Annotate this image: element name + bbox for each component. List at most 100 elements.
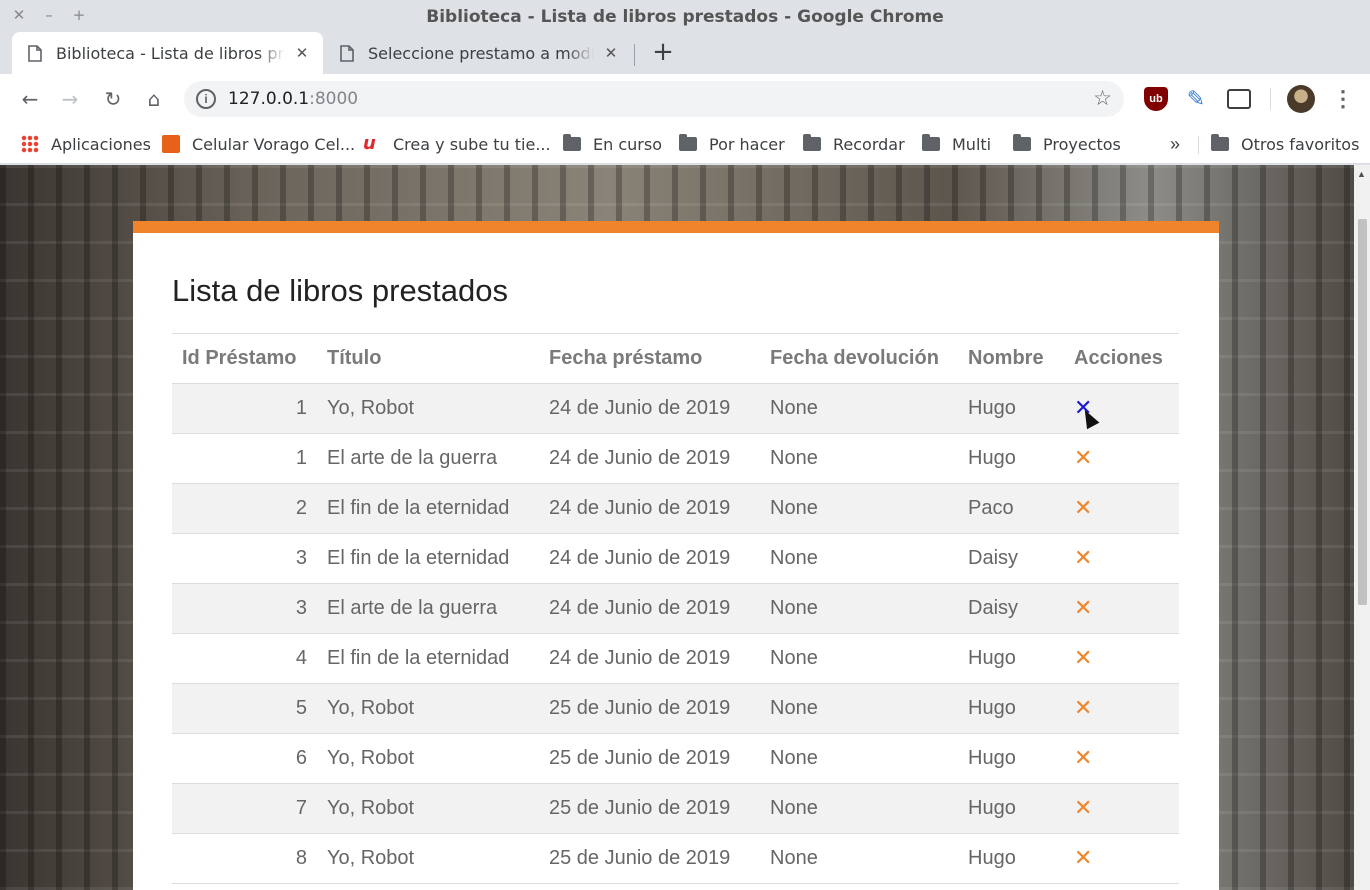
- new-tab-icon[interactable]: +: [650, 38, 676, 66]
- table-row: 7 Yo, Robot 25 de Junio de 2019 None Hugo ✕: [172, 783, 1179, 834]
- table-row: 8 Yo, Robot 25 de Junio de 2019 None Hugo ✕: [172, 833, 1179, 884]
- bookmark-star-icon[interactable]: ☆: [1093, 86, 1112, 111]
- column-header-nombre: Nombre: [958, 333, 1064, 384]
- cell-nombre: Daisy: [958, 583, 1064, 634]
- delete-loan-icon[interactable]: ✕: [1074, 446, 1092, 471]
- delete-loan-icon[interactable]: ✕: [1074, 846, 1092, 871]
- page-icon: [340, 44, 354, 62]
- close-tab-icon[interactable]: ✕: [602, 44, 620, 62]
- cell-acciones: ✕: [1064, 833, 1179, 884]
- delete-loan-icon[interactable]: ✕: [1074, 646, 1092, 671]
- bookmark-udemy[interactable]: u Crea y sube tu tie...: [363, 131, 551, 157]
- cell-fecha-devolucion: None: [760, 583, 958, 634]
- url-text[interactable]: 127.0.0.1:8000: [228, 89, 358, 109]
- reload-icon[interactable]: ↻: [101, 87, 125, 111]
- window-titlebar: ✕ – + Biblioteca - Lista de libros prest…: [0, 0, 1370, 32]
- cell-fecha-prestamo: 25 de Junio de 2019: [539, 833, 760, 884]
- page-scrollbar[interactable]: ▲: [1354, 165, 1370, 890]
- tab-biblioteca[interactable]: Biblioteca - Lista de libros prestados ✕: [12, 32, 323, 74]
- delete-loan-icon[interactable]: ✕: [1074, 596, 1092, 621]
- scroll-up-icon[interactable]: ▲: [1357, 169, 1366, 179]
- delete-loan-icon[interactable]: ✕: [1074, 746, 1092, 771]
- table-row: 1 Yo, Robot 24 de Junio de 2019 None Hugo ✕: [172, 383, 1179, 434]
- cell-id: 3: [172, 583, 317, 634]
- table-row: 2 El fin de la eternidad 24 de Junio de 20…: [172, 483, 1179, 534]
- column-header-titulo: Título: [317, 333, 539, 384]
- table-row: 4 El fin de la eternidad 24 de Junio de 20…: [172, 633, 1179, 684]
- cell-acciones: ✕: [1064, 633, 1179, 684]
- cell-fecha-prestamo: 25 de Junio de 2019: [539, 683, 760, 734]
- bookmark-en-curso[interactable]: En curso: [563, 131, 662, 157]
- bookmark-proyectos[interactable]: Proyectos: [1013, 131, 1121, 157]
- screen-capture-icon[interactable]: [1227, 89, 1251, 109]
- cell-titulo: Yo, Robot: [317, 783, 539, 834]
- cell-nombre: Hugo: [958, 633, 1064, 684]
- scrollbar-thumb[interactable]: [1358, 219, 1367, 605]
- more-bookmarks-icon[interactable]: »: [1170, 131, 1180, 157]
- browser-toolbar: ← → ↻ ⌂ i 127.0.0.1:8000 ☆ ub ✎ ⋮: [0, 74, 1370, 124]
- cell-nombre: Paco: [958, 483, 1064, 534]
- ublock-origin-icon[interactable]: ub: [1144, 87, 1168, 111]
- cell-fecha-devolucion: None: [760, 433, 958, 484]
- close-tab-icon[interactable]: ✕: [293, 44, 311, 62]
- cell-titulo: Yo, Robot: [317, 833, 539, 884]
- cell-nombre: Hugo: [958, 833, 1064, 884]
- site-info-icon[interactable]: i: [196, 89, 216, 109]
- table-row: 3 El arte de la guerra 24 de Junio de 2019…: [172, 583, 1179, 634]
- cell-fecha-prestamo: 24 de Junio de 2019: [539, 433, 760, 484]
- cell-fecha-devolucion: None: [760, 633, 958, 684]
- back-icon[interactable]: ←: [18, 87, 42, 111]
- cell-acciones: ✕: [1064, 683, 1179, 734]
- column-header-acciones: Acciones: [1064, 333, 1179, 384]
- vorago-icon: [162, 135, 180, 153]
- delete-loan-icon[interactable]: ✕: [1074, 696, 1092, 721]
- page-icon: [28, 44, 42, 62]
- toolbar-divider: [1270, 88, 1271, 110]
- cell-acciones: ✕: [1064, 483, 1179, 534]
- cell-fecha-devolucion: None: [760, 383, 958, 434]
- cell-fecha-prestamo: 24 de Junio de 2019: [539, 383, 760, 434]
- bookmarks-separator: [1198, 136, 1199, 154]
- bookmarks-bar: Aplicaciones Celular Vorago Cel... u Cre…: [0, 124, 1370, 164]
- chrome-menu-icon[interactable]: ⋮: [1332, 86, 1354, 112]
- cell-fecha-prestamo: 24 de Junio de 2019: [539, 483, 760, 534]
- bookmark-recordar[interactable]: Recordar: [803, 131, 905, 157]
- cell-fecha-prestamo: 24 de Junio de 2019: [539, 633, 760, 684]
- cell-fecha-devolucion: None: [760, 483, 958, 534]
- cell-nombre: Hugo: [958, 783, 1064, 834]
- delete-loan-icon[interactable]: ✕: [1074, 496, 1092, 521]
- content-card: Lista de libros prestados Id Préstamo Tí…: [133, 221, 1219, 890]
- home-icon[interactable]: ⌂: [142, 87, 166, 111]
- table-row: 5 Yo, Robot 25 de Junio de 2019 None Hugo ✕: [172, 683, 1179, 734]
- cell-id: 5: [172, 683, 317, 734]
- cell-nombre: Hugo: [958, 733, 1064, 784]
- cell-id: 1: [172, 433, 317, 484]
- bookmark-vorago[interactable]: Celular Vorago Cel...: [162, 131, 355, 157]
- bookmark-por-hacer[interactable]: Por hacer: [679, 131, 785, 157]
- cell-nombre: Hugo: [958, 383, 1064, 434]
- bookmark-otros-favoritos[interactable]: Otros favoritos: [1211, 131, 1359, 157]
- folder-icon: [1013, 134, 1031, 151]
- tab-seleccione[interactable]: Seleccione prestamo a modificar ✕: [324, 32, 632, 74]
- folder-icon: [922, 134, 940, 151]
- forward-icon[interactable]: →: [58, 87, 82, 111]
- feather-extension-icon[interactable]: ✎: [1184, 87, 1208, 111]
- tab-title: Seleccione prestamo a modificar: [368, 43, 594, 63]
- cell-titulo: Yo, Robot: [317, 383, 539, 434]
- cell-titulo: El fin de la eternidad: [317, 483, 539, 534]
- cell-fecha-devolucion: None: [760, 533, 958, 584]
- address-bar[interactable]: i 127.0.0.1:8000 ☆: [184, 81, 1124, 117]
- bookmark-multi[interactable]: Multi: [922, 131, 991, 157]
- loans-table: Id Préstamo Título Fecha préstamo Fecha …: [172, 333, 1179, 884]
- delete-loan-icon[interactable]: ✕: [1074, 546, 1092, 571]
- delete-loan-icon[interactable]: ✕: [1074, 796, 1092, 821]
- cell-acciones: ✕: [1064, 383, 1179, 434]
- cell-id: 2: [172, 483, 317, 534]
- folder-icon: [1211, 134, 1229, 151]
- bookmark-aplicaciones[interactable]: Aplicaciones: [21, 131, 151, 157]
- folder-icon: [563, 134, 581, 151]
- profile-avatar[interactable]: [1287, 85, 1315, 113]
- apps-grid-icon: [21, 135, 39, 153]
- table-row: 6 Yo, Robot 25 de Junio de 2019 None Hugo ✕: [172, 733, 1179, 784]
- column-header-id: Id Préstamo: [172, 333, 317, 384]
